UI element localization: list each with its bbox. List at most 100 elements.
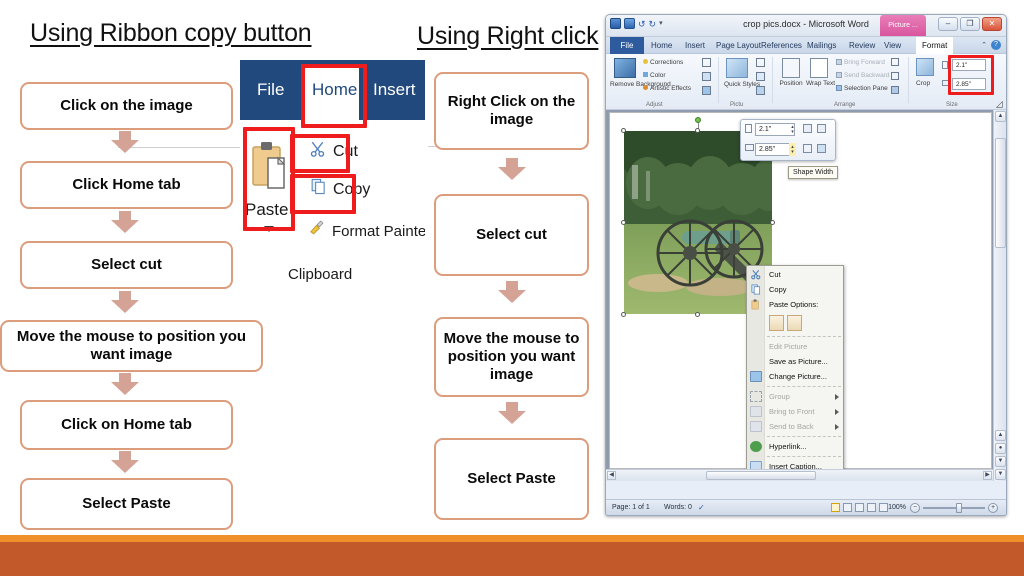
scroll-up-button[interactable]: ▲ xyxy=(995,111,1006,122)
left-step-4-label: Move the mouse to position you want imag… xyxy=(16,328,247,363)
left-step-5: Click on Home tab xyxy=(20,400,233,450)
context-menu-item-hyperlink[interactable]: Hyperlink... xyxy=(747,439,843,454)
tab-references[interactable]: References xyxy=(761,41,802,50)
clipboard-format-painter-label[interactable]: Format Painter xyxy=(332,223,425,240)
rotate-handle[interactable] xyxy=(695,117,701,123)
ribbon-tab-insert[interactable]: Insert xyxy=(373,80,416,100)
context-menu-item-change-picture[interactable]: Change Picture... xyxy=(747,369,843,384)
dialog-launcher-icon[interactable] xyxy=(996,101,1003,108)
mini-height-spinner[interactable]: ▴ ▾ xyxy=(789,123,796,136)
previous-page-button[interactable]: ▲ xyxy=(995,430,1006,441)
zoom-knob[interactable] xyxy=(956,503,962,513)
tab-page-layout[interactable]: Page Layout xyxy=(716,41,761,50)
web-layout-icon[interactable] xyxy=(855,503,864,512)
position-label[interactable]: Position xyxy=(778,80,804,87)
artistic-effects-button[interactable]: Artistic Effects xyxy=(650,85,691,92)
tab-insert[interactable]: Insert xyxy=(685,41,705,50)
vertical-scrollbar[interactable]: ▲ ▲ ● ▼ ▼ xyxy=(993,110,1006,481)
tab-format[interactable]: Format xyxy=(916,37,954,55)
reset-picture-icon[interactable] xyxy=(702,86,711,95)
window-buttons[interactable]: – ❐ ✕ xyxy=(938,17,1002,31)
picture-style-gallery-icon[interactable] xyxy=(726,58,748,78)
group-icon[interactable] xyxy=(891,72,899,80)
help-icon[interactable]: ? xyxy=(991,40,1001,50)
minimize-ribbon-icon[interactable]: ⌃ xyxy=(981,41,987,49)
zoom-slider[interactable]: − + xyxy=(910,503,998,513)
restore-button[interactable]: ❐ xyxy=(960,17,980,31)
crop-label[interactable]: Crop xyxy=(916,80,930,87)
close-button[interactable]: ✕ xyxy=(982,17,1002,31)
resize-handle-s[interactable] xyxy=(695,312,700,317)
wrap-text-icon[interactable] xyxy=(810,58,828,78)
picture-context-menu[interactable]: Cut Copy Paste Options: Edit Picture Sav… xyxy=(746,265,844,481)
context-menu-item-save-as-picture[interactable]: Save as Picture... xyxy=(747,354,843,369)
document-page[interactable]: 2.1" ▴ ▾ 2.85" ▴ ▾ Shape Width Cut Copy … xyxy=(609,112,992,481)
zoom-out-button[interactable]: − xyxy=(910,503,920,513)
horizontal-scroll-thumb[interactable] xyxy=(706,471,816,480)
group-icon[interactable] xyxy=(803,124,812,133)
scroll-left-button[interactable]: ◀ xyxy=(607,471,616,480)
document-area[interactable]: 2.1" ▴ ▾ 2.85" ▴ ▾ Shape Width Cut Copy … xyxy=(606,110,1006,481)
resize-handle-w[interactable] xyxy=(621,219,626,225)
compress-pictures-icon[interactable] xyxy=(702,58,711,67)
page-indicator[interactable]: Page: 1 of 1 xyxy=(612,504,650,511)
quick-styles-label[interactable]: Quick Styles xyxy=(724,81,760,88)
rotate-icon[interactable] xyxy=(803,144,812,153)
remove-background-label[interactable]: Remove Background xyxy=(610,81,671,88)
view-buttons[interactable] xyxy=(831,503,888,512)
outline-icon[interactable] xyxy=(867,503,876,512)
color-button[interactable]: Color xyxy=(650,72,666,79)
zoom-level[interactable]: 100% xyxy=(888,504,906,511)
send-backward-button[interactable]: Send Backward xyxy=(844,72,890,79)
tab-home[interactable]: Home xyxy=(651,41,672,50)
spellcheck-icon[interactable]: ✓ xyxy=(698,503,705,512)
rotate-icon[interactable] xyxy=(891,86,899,94)
select-browse-object-button[interactable]: ● xyxy=(995,443,1006,454)
remove-background-icon[interactable] xyxy=(614,58,636,78)
minimize-button[interactable]: – xyxy=(938,17,958,31)
align-icon[interactable] xyxy=(817,124,826,133)
wrap-text-icon[interactable] xyxy=(817,144,826,153)
tab-view[interactable]: View xyxy=(884,41,901,50)
ribbon-help-icons[interactable]: ⌃ ? xyxy=(981,40,1001,50)
tab-mailings[interactable]: Mailings xyxy=(807,41,836,50)
draft-icon[interactable] xyxy=(879,503,888,512)
next-page-button[interactable]: ▼ xyxy=(995,456,1006,467)
context-menu-item-cut[interactable]: Cut xyxy=(747,267,843,282)
scroll-down-button[interactable]: ▼ xyxy=(995,469,1006,480)
zoom-in-button[interactable]: + xyxy=(988,503,998,513)
resize-handle-e[interactable] xyxy=(770,219,775,225)
resize-handle-sw[interactable] xyxy=(621,312,626,317)
scroll-right-button[interactable]: ▶ xyxy=(983,471,992,480)
paste-option-keep-source-formatting[interactable] xyxy=(769,315,784,331)
vertical-scroll-thumb[interactable] xyxy=(995,138,1006,248)
submenu-arrow-icon xyxy=(835,394,839,400)
picture-layout-icon[interactable] xyxy=(756,86,765,95)
selection-pane-button[interactable]: Selection Pane xyxy=(844,85,888,92)
crop-icon[interactable] xyxy=(916,58,934,76)
bring-forward-button[interactable]: Bring Forward xyxy=(844,59,885,66)
picture-border-icon[interactable] xyxy=(756,58,765,67)
corrections-button[interactable]: Corrections xyxy=(650,59,683,66)
ribbon-tab-file[interactable]: File xyxy=(257,80,284,100)
context-menu-item-copy[interactable]: Copy xyxy=(747,282,843,297)
paste-option-picture[interactable] xyxy=(787,315,802,331)
picture-tools-contextual-tab[interactable]: Picture ... xyxy=(880,15,926,36)
print-layout-icon[interactable] xyxy=(831,503,840,512)
footer-accent-bar xyxy=(0,535,1024,542)
wrap-text-label[interactable]: Wrap Text xyxy=(806,80,835,87)
mini-width-spinner[interactable]: ▴ ▾ xyxy=(789,143,796,156)
tab-review[interactable]: Review xyxy=(849,41,875,50)
word-count[interactable]: Words: 0 xyxy=(664,504,692,511)
resize-handle-nw[interactable] xyxy=(621,128,626,133)
resize-handle-n[interactable] xyxy=(695,128,700,133)
floating-mini-toolbar[interactable]: 2.1" ▴ ▾ 2.85" ▴ ▾ xyxy=(740,119,836,161)
align-icon[interactable] xyxy=(891,58,899,66)
picture-effects-icon[interactable] xyxy=(756,72,765,81)
full-screen-icon[interactable] xyxy=(843,503,852,512)
zoom-track[interactable] xyxy=(923,507,985,509)
tab-file[interactable]: File xyxy=(610,37,644,54)
position-icon[interactable] xyxy=(782,58,800,78)
change-picture-icon[interactable] xyxy=(702,72,711,81)
horizontal-scrollbar[interactable]: ◀ ▶ xyxy=(606,469,993,481)
